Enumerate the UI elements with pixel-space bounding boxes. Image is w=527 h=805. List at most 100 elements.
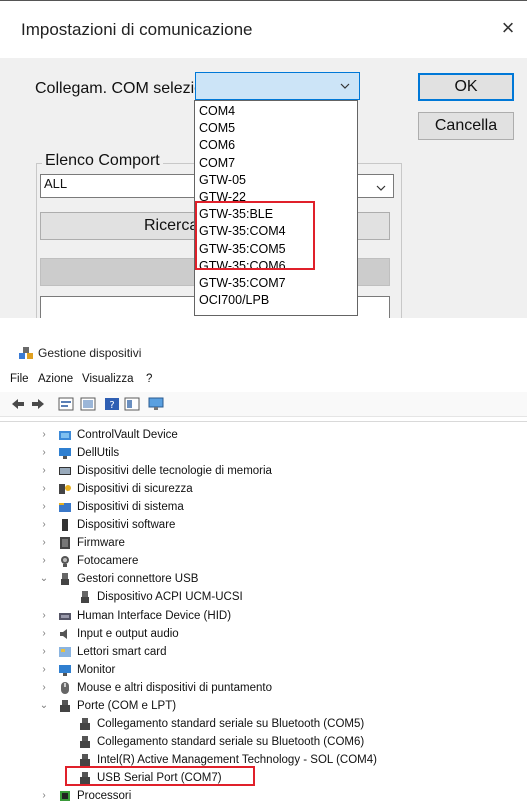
tree-row[interactable]: › Fotocamere <box>0 552 527 570</box>
port-icon <box>80 753 90 766</box>
expand-arrow-icon[interactable]: › <box>39 607 49 625</box>
help-icon[interactable]: ? <box>104 397 120 411</box>
system-folder-icon <box>59 503 71 513</box>
tree-row[interactable]: ⌄ Gestori connettore USB <box>0 570 527 588</box>
tree-row[interactable]: › Dispositivi di sicurezza <box>0 480 527 498</box>
tree-row-label: Dispositivi di sicurezza <box>77 483 193 496</box>
expand-arrow-icon[interactable]: › <box>39 480 49 498</box>
dropdown-item[interactable]: OCI700/LPB <box>199 292 269 309</box>
expand-arrow-icon[interactable]: › <box>39 643 49 661</box>
security-device-icon <box>59 484 71 495</box>
dropdown-item[interactable]: COM4 <box>199 103 235 120</box>
tree-row-label: Monitor <box>77 663 116 676</box>
tree-row[interactable]: › Dispositivi di sistema <box>0 498 527 516</box>
tree-row-label: Lettori smart card <box>77 645 167 658</box>
usb-serial-port-highlight-box <box>65 766 255 786</box>
firmware-icon <box>60 537 70 550</box>
tree-row[interactable]: › Processori <box>0 787 527 805</box>
dropdown-item[interactable]: GTW-35:COM7 <box>199 275 286 292</box>
tree-row[interactable]: Collegamento standard seriale su Bluetoo… <box>0 733 527 751</box>
expand-arrow-icon[interactable]: › <box>39 661 49 679</box>
tree-row-label: Mouse e altri dispositivi di puntamento <box>77 681 272 694</box>
tree-row[interactable]: › Human Interface Device (HID) <box>0 607 527 625</box>
dropdown-item[interactable]: GTW-05 <box>199 172 246 189</box>
device-manager-icon <box>19 347 33 359</box>
collapse-arrow-icon[interactable]: ⌄ <box>39 570 49 588</box>
tree-row[interactable]: › Dispositivi software <box>0 516 527 534</box>
comport-filter-value: ALL <box>44 176 68 191</box>
svg-text:?: ? <box>109 400 114 411</box>
dropdown-item[interactable]: COM7 <box>199 155 235 172</box>
expand-arrow-icon[interactable]: › <box>39 787 49 805</box>
back-icon[interactable] <box>10 397 26 411</box>
cancel-button[interactable]: Cancella <box>418 112 514 140</box>
chevron-down-icon <box>340 83 350 89</box>
scan-icon[interactable] <box>124 397 140 411</box>
tree-row[interactable]: Collegamento standard seriale su Bluetoo… <box>0 715 527 733</box>
tree-row[interactable]: Dispositivo ACPI UCM-UCSI <box>0 588 527 606</box>
tree-row-label: Dispositivi di sistema <box>77 501 184 514</box>
comport-list-label: Elenco Comport <box>42 152 163 170</box>
tree-row[interactable]: › Monitor <box>0 661 527 679</box>
tree-row[interactable]: › Dispositivi delle tecnologie di memoria <box>0 462 527 480</box>
audio-icon <box>60 628 67 639</box>
tree-row[interactable]: › Firmware <box>0 534 527 552</box>
tree-row[interactable]: › ControlVault Device <box>0 426 527 444</box>
tree-row-label: DellUtils <box>77 447 120 460</box>
mouse-icon <box>61 681 69 694</box>
expand-arrow-icon[interactable]: › <box>39 444 49 462</box>
tree-row-label: Porte (COM e LPT) <box>77 699 177 712</box>
menu-help[interactable]: ? <box>146 373 152 385</box>
dialog-title: Impostazioni di comunicazione <box>21 20 253 39</box>
tree-row-label: Firmware <box>77 537 125 550</box>
tree-row-label: Human Interface Device (HID) <box>77 609 232 622</box>
tree-row-label: Dispositivi delle tecnologie di memoria <box>77 465 272 478</box>
port-icon <box>80 735 90 748</box>
expand-arrow-icon[interactable]: › <box>39 552 49 570</box>
gtw-ports-highlight-box <box>195 201 315 270</box>
properties-icon[interactable] <box>58 397 74 411</box>
expand-arrow-icon[interactable]: › <box>39 679 49 697</box>
section-gap <box>0 318 527 330</box>
smartcard-icon <box>59 646 71 657</box>
ok-button[interactable]: OK <box>418 73 514 101</box>
usb-connector-icon <box>81 591 89 604</box>
menu-bar <box>0 370 527 390</box>
monitor-icon[interactable] <box>148 397 164 411</box>
usb-connector-icon <box>61 573 69 586</box>
tree-row-label: Gestori connettore USB <box>77 573 199 586</box>
menu-visualizza[interactable]: Visualizza <box>82 373 134 385</box>
tree-row-label: Collegamento standard seriale su Bluetoo… <box>97 735 365 748</box>
tree-row-label: Input e output audio <box>77 627 179 640</box>
memory-icon <box>59 467 71 476</box>
port-icon <box>80 717 90 730</box>
tree-row[interactable]: › Lettori smart card <box>0 643 527 661</box>
tree-row[interactable]: › Mouse e altri dispositivi di puntamento <box>0 679 527 697</box>
update-icon[interactable] <box>80 397 96 411</box>
expand-arrow-icon[interactable]: › <box>39 462 49 480</box>
menu-file[interactable]: File <box>10 373 29 385</box>
software-device-icon <box>62 519 68 532</box>
dropdown-item[interactable]: COM6 <box>199 137 235 154</box>
tree-row-label: Dispositivo ACPI UCM-UCSI <box>97 591 243 604</box>
collapse-arrow-icon[interactable]: ⌄ <box>39 697 49 715</box>
menu-azione[interactable]: Azione <box>38 373 73 385</box>
com-selected-label: Collegam. COM selezionato <box>35 80 196 97</box>
expand-arrow-icon[interactable]: › <box>39 534 49 552</box>
expand-arrow-icon[interactable]: › <box>39 426 49 444</box>
forward-icon[interactable] <box>30 397 46 411</box>
dropdown-item[interactable]: COM5 <box>199 120 235 137</box>
expand-arrow-icon[interactable]: › <box>39 516 49 534</box>
chevron-down-icon <box>376 185 386 191</box>
tree-row[interactable]: › Input e output audio <box>0 625 527 643</box>
tree-row[interactable]: ⌄ Porte (COM e LPT) <box>0 697 527 715</box>
expand-arrow-icon[interactable]: › <box>39 625 49 643</box>
tree-row[interactable]: › DellUtils <box>0 444 527 462</box>
tree-row-label: Dispositivi software <box>77 519 176 532</box>
monitor-device-icon <box>59 664 71 676</box>
tree-row-label: Processori <box>77 790 132 802</box>
com-port-select[interactable] <box>195 72 360 100</box>
expand-arrow-icon[interactable]: › <box>39 498 49 516</box>
controlvault-icon <box>59 431 71 440</box>
close-icon[interactable]: × <box>494 14 522 42</box>
